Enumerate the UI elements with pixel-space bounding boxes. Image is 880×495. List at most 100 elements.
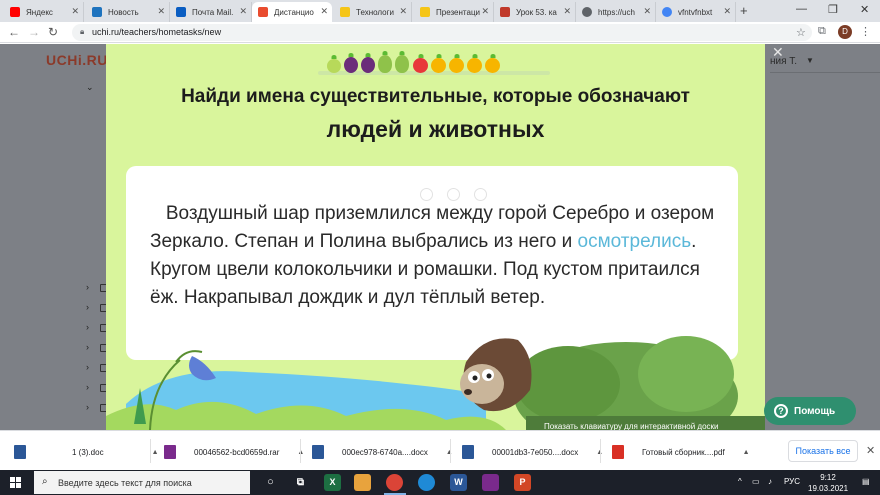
windows-start-icon[interactable] bbox=[10, 477, 21, 488]
tab-technology[interactable]: Технологи ✕ bbox=[334, 2, 412, 22]
volume-icon[interactable]: ♪ bbox=[768, 477, 772, 486]
notifications-icon[interactable]: ▤ bbox=[862, 477, 870, 486]
tab-uchi-url[interactable]: https://uch ✕ bbox=[576, 2, 656, 22]
chevron-right-icon[interactable]: › bbox=[86, 322, 89, 332]
winrar-icon[interactable] bbox=[482, 474, 499, 491]
close-icon[interactable]: ✕ bbox=[320, 6, 328, 17]
help-button[interactable]: ? Помощь bbox=[764, 397, 856, 425]
close-icon[interactable]: ✕ bbox=[481, 6, 489, 17]
tab-uchi-active[interactable]: Дистанцио ✕ bbox=[252, 2, 332, 22]
new-tab-button[interactable]: + bbox=[740, 3, 748, 18]
close-icon[interactable]: ✕ bbox=[239, 6, 247, 17]
selected-word[interactable]: осмотрелись bbox=[578, 231, 692, 252]
windows-taskbar: ⌕ Введите здесь текст для поиска ○ ⧉ X W… bbox=[0, 470, 880, 495]
forward-arrow-icon[interactable]: → bbox=[28, 25, 40, 39]
file-explorer-icon[interactable] bbox=[354, 474, 371, 491]
maximize-button[interactable]: ❐ bbox=[828, 3, 838, 16]
download-item[interactable]: 1 (3).doc ▲ bbox=[14, 445, 159, 459]
chevron-down-icon[interactable]: ▲ bbox=[743, 449, 750, 456]
hedgehog-pupil bbox=[472, 375, 478, 381]
show-all-downloads-button[interactable]: Показать все bbox=[788, 440, 858, 462]
word-doc-icon bbox=[14, 445, 26, 459]
google-icon bbox=[662, 7, 672, 17]
chrome-icon[interactable] bbox=[386, 474, 403, 491]
tab-presentation[interactable]: Презентаци ✕ bbox=[414, 2, 494, 22]
close-icon[interactable]: ✕ bbox=[772, 44, 784, 61]
close-icon[interactable]: ✕ bbox=[643, 6, 651, 17]
powerpoint-icon[interactable]: P bbox=[514, 474, 531, 491]
close-icon[interactable]: ✕ bbox=[723, 6, 731, 17]
tray-chevron-icon[interactable]: ^ bbox=[738, 477, 742, 486]
yandex-icon bbox=[10, 7, 20, 17]
flower-stem bbox=[149, 359, 181, 430]
chevron-right-icon[interactable]: › bbox=[86, 402, 89, 412]
close-icon[interactable]: ✕ bbox=[563, 6, 571, 17]
tab-label: Почта Mail. bbox=[192, 7, 234, 17]
orange-icon bbox=[449, 58, 464, 73]
cortana-icon[interactable]: ○ bbox=[262, 474, 279, 491]
hedgehog-nose bbox=[464, 389, 472, 395]
browser-menu-icon[interactable]: ⋮ bbox=[860, 25, 871, 38]
help-button-label: Помощь bbox=[794, 405, 836, 417]
tab-label: Урок 53. ка bbox=[516, 7, 557, 17]
download-item[interactable]: Готовый сборник....pdf ▲ bbox=[612, 445, 750, 459]
question-icon: ? bbox=[774, 404, 788, 418]
tab-yandex[interactable]: Яндекс ✕ bbox=[4, 2, 84, 22]
rar-archive-icon bbox=[164, 445, 176, 459]
divider bbox=[450, 439, 451, 463]
window-close-button[interactable]: ✕ bbox=[860, 3, 869, 16]
chevron-right-icon[interactable]: › bbox=[86, 362, 89, 372]
reload-icon[interactable]: ↻ bbox=[48, 25, 58, 39]
edge-icon[interactable] bbox=[418, 474, 435, 491]
excel-icon[interactable]: X bbox=[324, 474, 341, 491]
chevron-down-icon[interactable]: ⌄ bbox=[86, 82, 94, 93]
tab-news[interactable]: Новость ✕ bbox=[86, 2, 170, 22]
close-icon[interactable]: ✕ bbox=[399, 6, 407, 17]
minimize-button[interactable]: — bbox=[796, 3, 807, 15]
tab-label: Презентаци bbox=[436, 7, 480, 17]
word-icon[interactable]: W bbox=[450, 474, 467, 491]
extensions-icon[interactable]: ⧉ bbox=[818, 25, 826, 38]
mail-icon bbox=[176, 7, 186, 17]
language-indicator[interactable]: РУС bbox=[784, 477, 800, 486]
tab-mail[interactable]: Почта Mail. ✕ bbox=[170, 2, 252, 22]
chevron-down-icon[interactable]: ▲ bbox=[152, 449, 159, 456]
download-filename: 00046562-bcd0659d.rar bbox=[194, 447, 280, 457]
slides-icon bbox=[420, 7, 430, 17]
doc-icon bbox=[340, 7, 350, 17]
back-arrow-icon[interactable]: ← bbox=[8, 25, 20, 39]
clock-time: 9:12 bbox=[820, 473, 836, 482]
close-icon[interactable]: ✕ bbox=[71, 6, 79, 17]
orange-icon bbox=[467, 58, 482, 73]
taskbar-search-input[interactable]: ⌕ Введите здесь текст для поиска bbox=[34, 471, 250, 494]
chevron-right-icon[interactable]: › bbox=[86, 382, 89, 392]
url-text[interactable]: uchi.ru/teachers/hometasks/new bbox=[92, 27, 221, 37]
download-item[interactable]: 00046562-bcd0659d.rar ▲ bbox=[164, 445, 304, 459]
task-view-icon[interactable]: ⧉ bbox=[292, 474, 309, 491]
close-icon[interactable]: ✕ bbox=[157, 6, 165, 17]
keyboard-hint-link[interactable]: Показать клавиатуру для интерактивной до… bbox=[544, 422, 719, 430]
tab-google[interactable]: vfntvfnbxt ✕ bbox=[656, 2, 736, 22]
download-item[interactable]: 000ec978-6740a....docx ▲ bbox=[312, 445, 453, 459]
network-icon[interactable]: ▭ bbox=[752, 477, 760, 486]
download-item[interactable]: 00001db3-7e050....docx ▲ bbox=[462, 445, 603, 459]
chevron-right-icon[interactable]: › bbox=[86, 282, 89, 292]
download-filename: 1 (3).doc bbox=[72, 447, 104, 457]
word-doc-icon bbox=[312, 445, 324, 459]
tab-lesson[interactable]: Урок 53. ка ✕ bbox=[494, 2, 576, 22]
close-icon[interactable]: ✕ bbox=[866, 444, 875, 457]
bookmark-star-icon[interactable]: ☆ bbox=[796, 26, 806, 39]
downloads-bar: 1 (3).doc ▲ 00046562-bcd0659d.rar ▲ 000e… bbox=[0, 430, 880, 470]
chevron-down-icon[interactable]: ▼ bbox=[806, 56, 814, 65]
tab-label: https://uch bbox=[598, 7, 635, 17]
hedgehog-face bbox=[460, 364, 504, 404]
taskbar-clock[interactable]: 9:12 19.03.2021 bbox=[808, 472, 848, 494]
chevron-right-icon[interactable]: › bbox=[86, 342, 89, 352]
pear-icon bbox=[395, 55, 409, 73]
chevron-right-icon[interactable]: › bbox=[86, 302, 89, 312]
download-filename: 000ec978-6740a....docx bbox=[342, 447, 428, 457]
pear-icon bbox=[378, 55, 392, 73]
story-text[interactable]: Воздушный шар приземлился между горой Се… bbox=[150, 200, 730, 312]
tab-label: Новость bbox=[108, 7, 139, 17]
profile-avatar[interactable]: D bbox=[838, 25, 852, 39]
